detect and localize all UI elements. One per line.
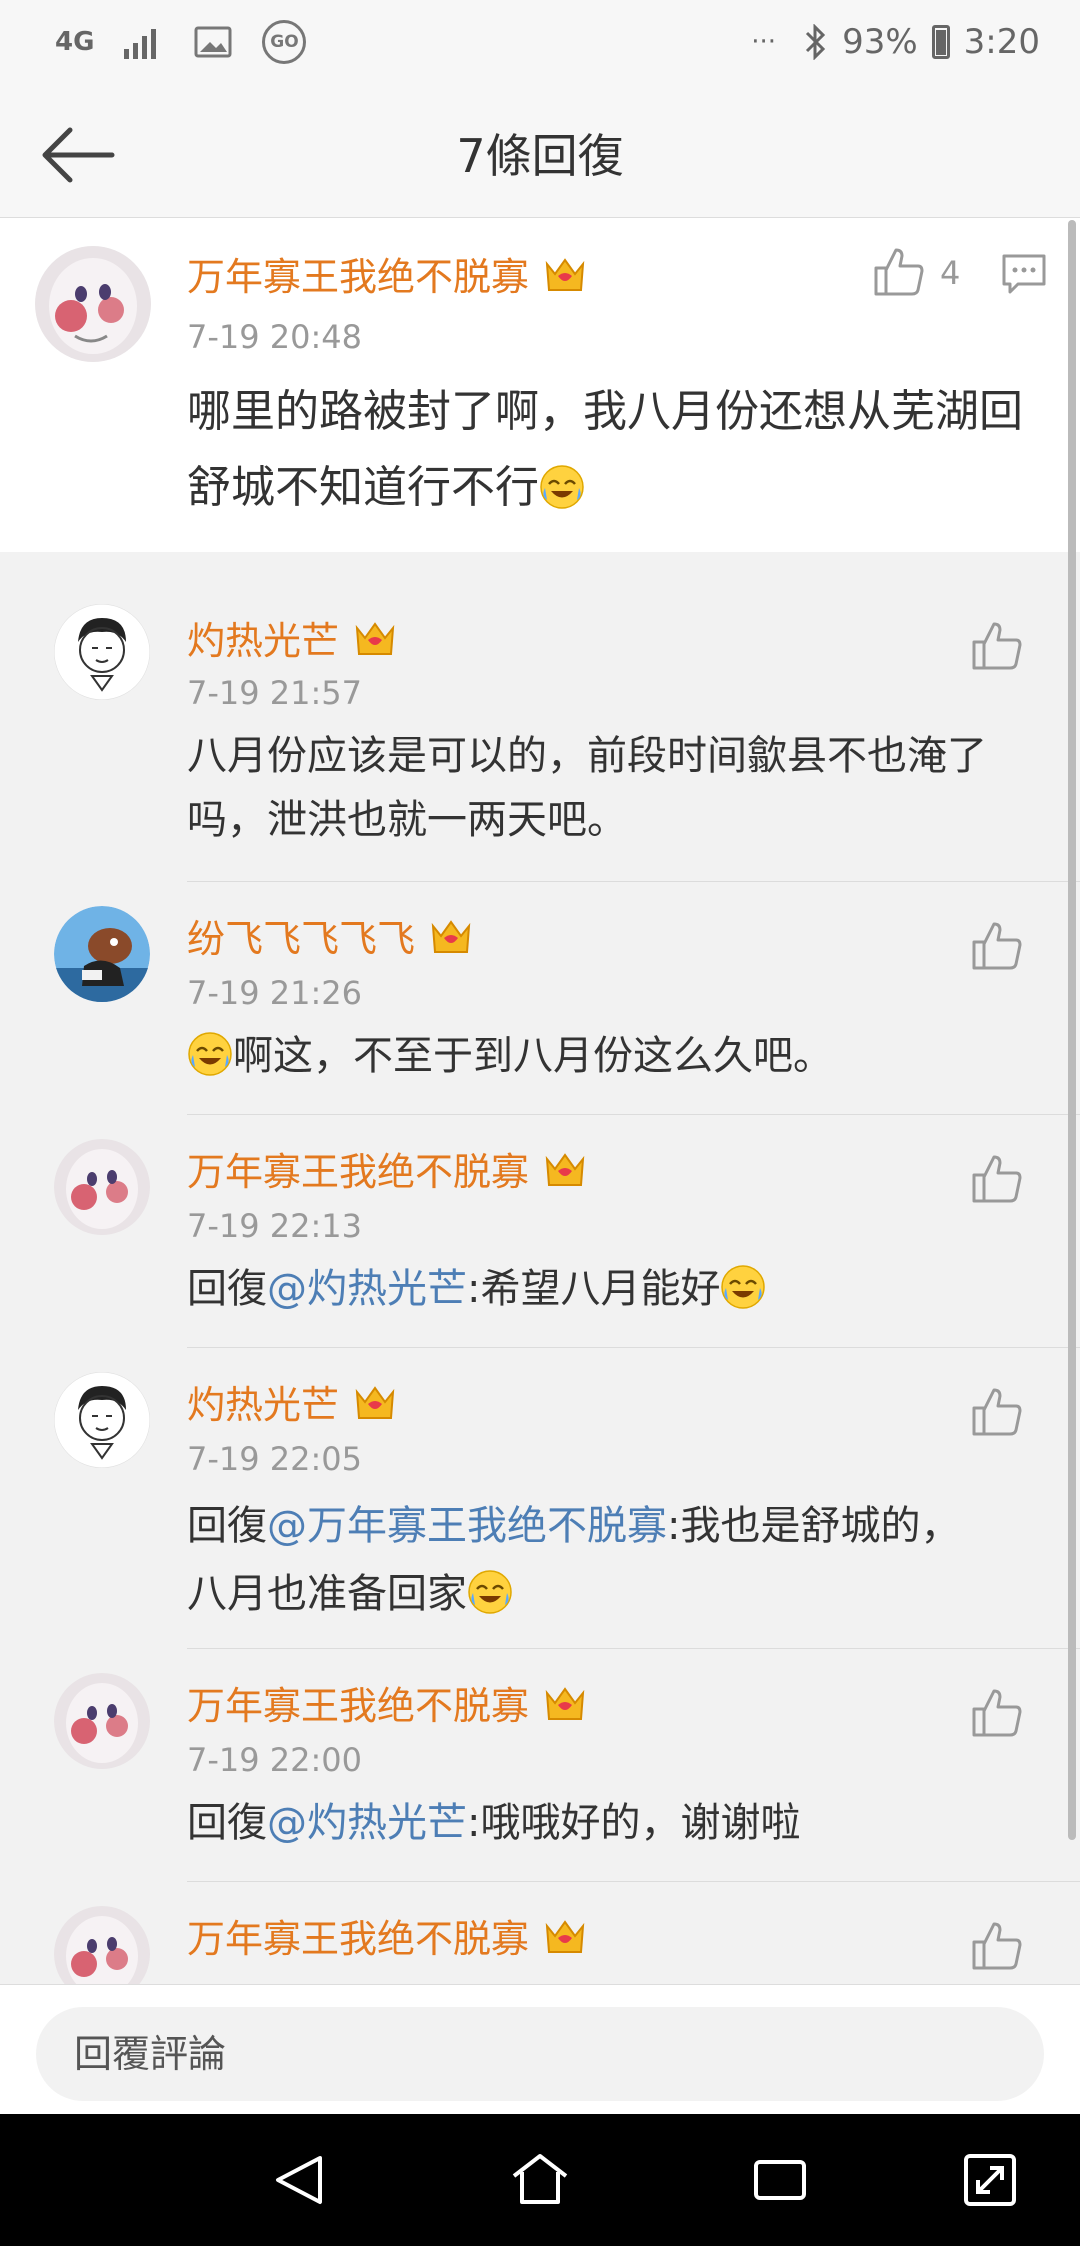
like-icon[interactable] — [970, 1918, 1024, 1972]
list-item: 纷飞飞飞飞飞 7-19 21:26 啊这，不至于到八月份这么久吧。 — [0, 882, 1080, 1115]
list-item: 万年寡王我绝不脱寡 — [0, 1882, 1080, 1984]
avatar[interactable] — [54, 1372, 150, 1468]
battery-percent: 93% — [842, 22, 918, 62]
avatar[interactable] — [35, 246, 151, 362]
username[interactable]: 万年寡王我绝不脱寡 — [187, 1908, 587, 1963]
timestamp: 7-19 22:13 — [187, 1207, 363, 1245]
reply-text: 回復@万年寡王我绝不脱寡:我也是舒城的， 八月也准备回家 — [187, 1503, 961, 1617]
nav-expand-icon[interactable] — [960, 2150, 1020, 2210]
like-icon[interactable] — [970, 618, 1024, 672]
nav-home-icon[interactable] — [510, 2150, 570, 2210]
crown-badge-icon — [545, 1919, 585, 1953]
mention-link[interactable]: @万年寡王我绝不脱寡 — [267, 1503, 667, 1549]
bluetooth-icon — [806, 24, 826, 60]
timestamp: 7-19 21:57 — [187, 674, 363, 712]
reply-text: 回復@灼热光芒:哦哦好的，谢谢啦 — [187, 1800, 801, 1846]
timestamp: 7-19 22:05 — [187, 1440, 363, 1478]
username[interactable]: 万年寡王我绝不脱寡 — [187, 1141, 587, 1196]
reply-input[interactable]: 回覆評論 — [36, 2007, 1044, 2101]
like-icon[interactable] — [872, 244, 926, 298]
crown-badge-icon — [355, 1385, 395, 1419]
scrollbar[interactable] — [1068, 220, 1076, 1840]
nav-recents-icon[interactable] — [750, 2150, 810, 2210]
list-item: 万年寡王我绝不脱寡 7-19 22:00 回復@灼热光芒:哦哦好的，谢谢啦 — [0, 1649, 1080, 1882]
reply-text: 八月份应该是可以的，前段时间歙县不也淹了吗，泄洪也就一两天吧。 — [187, 733, 987, 843]
like-icon[interactable] — [970, 918, 1024, 972]
username[interactable]: 纷飞飞飞飞飞 — [187, 908, 473, 963]
timestamp: 7-19 20:48 — [187, 318, 363, 356]
laugh-cry-emoji-icon — [540, 465, 584, 509]
network-indicator: 4G — [55, 27, 95, 57]
like-icon[interactable] — [970, 1151, 1024, 1205]
mention-link[interactable]: @灼热光芒 — [267, 1266, 467, 1312]
username[interactable]: 万年寡王我绝不脱寡 — [187, 246, 587, 301]
avatar[interactable] — [54, 604, 150, 700]
crown-badge-icon — [545, 1152, 585, 1186]
avatar[interactable] — [54, 906, 150, 1002]
signal-icon — [124, 29, 157, 59]
timestamp: 7-19 22:00 — [187, 1741, 363, 1779]
list-item: 灼热光芒 7-19 22:05 回復@万年寡王我绝不脱寡:我也是舒城的， 八月也准… — [0, 1348, 1080, 1649]
avatar[interactable] — [54, 1673, 150, 1769]
avatar[interactable] — [54, 1906, 150, 1984]
crown-badge-icon — [431, 919, 471, 953]
image-icon — [194, 26, 232, 58]
crown-badge-icon — [545, 1686, 585, 1720]
list-item: 万年寡王我绝不脱寡 7-19 22:13 回復@灼热光芒:希望八月能好 — [0, 1115, 1080, 1348]
battery-icon — [931, 25, 950, 59]
reply-bar: 回覆評論 — [0, 1984, 1080, 2114]
main-comment: 万年寡王我绝不脱寡 7-19 20:48 4 哪里的路被封了啊，我八月份还想从芜… — [0, 218, 1080, 552]
more-status-icon: ··· — [751, 27, 777, 57]
go-icon: GO — [262, 20, 307, 64]
mention-link[interactable]: @灼热光芒 — [267, 1800, 467, 1846]
username[interactable]: 灼热光芒 — [187, 1374, 397, 1429]
nav-back-icon[interactable] — [270, 2150, 330, 2210]
list-item: 灼热光芒 7-19 21:57 八月份应该是可以的，前段时间歙县不也淹了吗，泄洪… — [0, 582, 1080, 882]
reply-text: 啊这，不至于到八月份这么久吧。 — [187, 1026, 1037, 1086]
replies-list: 灼热光芒 7-19 21:57 八月份应该是可以的，前段时间歙县不也淹了吗，泄洪… — [0, 582, 1080, 1984]
timestamp: 7-19 21:26 — [187, 974, 363, 1012]
status-bar: 4G GO ··· 93% 3:20 — [0, 0, 1080, 90]
like-icon[interactable] — [970, 1685, 1024, 1739]
page-title: 7條回復 — [456, 129, 624, 183]
laugh-cry-emoji-icon — [468, 1570, 512, 1614]
comment-text: 哪里的路被封了啊，我八月份还想从芜湖回舒城不知道行不行 — [187, 386, 1023, 513]
laugh-cry-emoji-icon — [188, 1032, 232, 1076]
laugh-cry-emoji-icon — [721, 1265, 766, 1309]
reply-text: 回復@灼热光芒:希望八月能好 — [187, 1259, 1037, 1319]
system-nav-bar — [0, 2114, 1080, 2246]
username[interactable]: 灼热光芒 — [187, 610, 397, 665]
clock: 3:20 — [963, 22, 1040, 62]
crown-badge-icon — [355, 621, 395, 655]
like-icon[interactable] — [970, 1384, 1024, 1438]
like-count: 4 — [940, 254, 961, 292]
avatar[interactable] — [54, 1139, 150, 1235]
comment-icon[interactable] — [1000, 252, 1048, 296]
header: 7條回復 — [0, 90, 1080, 218]
username[interactable]: 万年寡王我绝不脱寡 — [187, 1675, 587, 1730]
crown-badge-icon — [545, 257, 585, 291]
